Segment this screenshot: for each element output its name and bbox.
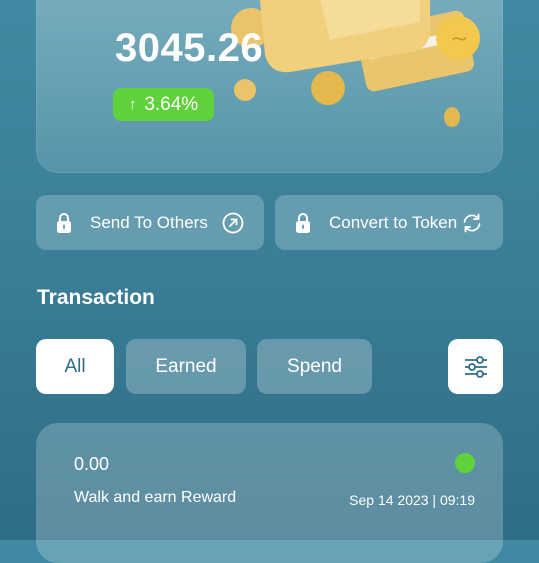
filter-button[interactable] — [448, 339, 503, 394]
lock-icon — [57, 212, 71, 233]
svg-text:~: ~ — [450, 27, 468, 52]
transaction-item[interactable]: 0.00 Walk and earn Reward Sep 14 2023 | … — [36, 423, 503, 563]
transaction-section-title: Transaction — [37, 286, 155, 309]
lock-icon — [296, 212, 310, 233]
change-badge: ↑ 3.64% — [113, 88, 214, 121]
refresh-icon — [463, 213, 481, 232]
change-percent: 3.64% — [144, 93, 199, 115]
transaction-time: Sep 14 2023 | 09:19 — [349, 492, 475, 508]
tab-spend[interactable]: Spend — [257, 339, 372, 394]
convert-to-token-button[interactable]: Convert to Token — [275, 195, 503, 250]
arrow-up-icon: ↑ — [128, 96, 137, 113]
convert-to-token-label: Convert to Token — [329, 212, 458, 232]
sliders-icon — [464, 355, 487, 378]
transaction-title: Walk and earn Reward — [74, 489, 237, 506]
transaction-amount: 0.00 — [74, 454, 110, 474]
tab-all[interactable]: All — [36, 339, 114, 394]
tab-earned[interactable]: Earned — [126, 339, 246, 394]
status-indicator — [455, 453, 475, 473]
balance-amount: 3045.26 — [115, 26, 264, 70]
send-to-others-button[interactable]: Send To Others — [36, 195, 264, 250]
send-to-others-label: Send To Others — [90, 212, 208, 232]
arrow-up-right-circle-icon — [222, 212, 244, 233]
